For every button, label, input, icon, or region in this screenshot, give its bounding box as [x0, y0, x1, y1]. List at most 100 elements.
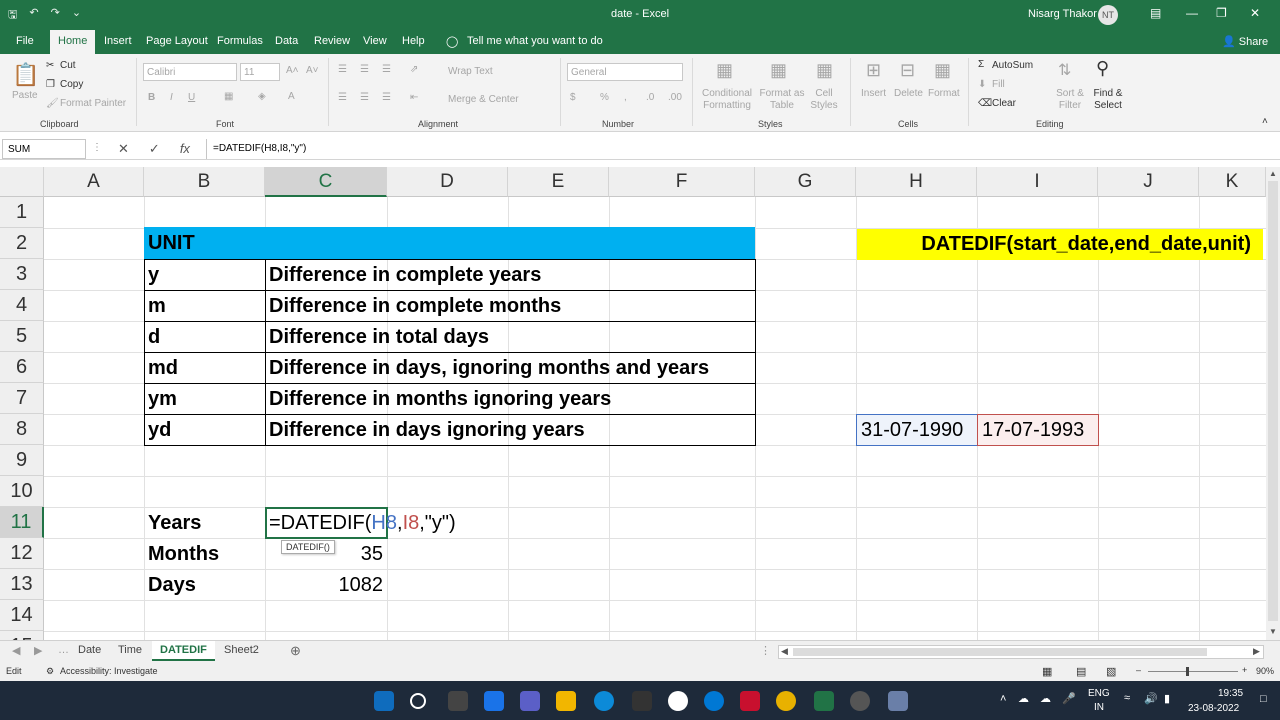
unit-code[interactable]: y — [144, 260, 159, 290]
excel-icon[interactable] — [814, 691, 834, 711]
currency-icon[interactable]: $ — [570, 92, 576, 103]
tray-icon[interactable]: ☁ — [1018, 692, 1029, 705]
column-header-b[interactable]: B — [144, 167, 265, 197]
obs-icon[interactable] — [668, 691, 688, 711]
row-header-4[interactable]: 4 — [0, 290, 44, 321]
camera-icon[interactable] — [850, 691, 870, 711]
accessibility-icon[interactable]: ⚙ — [46, 666, 54, 677]
clock-time[interactable]: 19:35 — [1218, 688, 1243, 699]
format-painter-button[interactable]: Format Painter — [60, 98, 126, 109]
column-header-i[interactable]: I — [977, 167, 1098, 197]
days-label[interactable]: Days — [144, 570, 196, 600]
tray-expand-icon[interactable]: ˄ — [1000, 693, 1006, 705]
scroll-right-icon[interactable]: ▶ — [1253, 646, 1260, 657]
row-header-7[interactable]: 7 — [0, 383, 44, 414]
page-layout-view-icon[interactable]: ▤ — [1076, 665, 1086, 678]
sort-filter-icon[interactable]: ⇅ — [1058, 60, 1071, 80]
user-name[interactable]: Nisarg Thakor — [1028, 8, 1097, 20]
widgets-icon[interactable] — [484, 691, 504, 711]
column-header-d[interactable]: D — [387, 167, 508, 197]
insert-cells-icon[interactable]: ⊞ — [866, 60, 881, 81]
clear-icon[interactable]: ⌫ — [978, 98, 992, 109]
unit-description[interactable]: Difference in total days — [265, 322, 489, 352]
unit-code[interactable]: ym — [144, 384, 177, 414]
microphone-icon[interactable]: 🎤 — [1062, 692, 1076, 705]
battery-icon[interactable]: ▮ — [1164, 692, 1170, 705]
zoom-slider-thumb[interactable] — [1186, 667, 1189, 676]
zoom-in-icon[interactable]: + — [1242, 665, 1247, 675]
days-value[interactable]: 1082 — [265, 570, 387, 600]
editing-formula[interactable]: =DATEDIF(H8,I8,"y") — [265, 508, 456, 538]
format-painter-icon[interactable]: 🖌 — [46, 98, 59, 109]
formula-input[interactable]: =DATEDIF(H8,I8,"y") — [206, 139, 1276, 159]
row-header-2[interactable]: 2 — [0, 228, 44, 259]
unit-description[interactable]: Difference in months ignoring years — [265, 384, 611, 414]
scroll-up-icon[interactable]: ▲ — [1269, 169, 1277, 178]
tab-home[interactable]: Home — [50, 30, 96, 54]
shrink-font-icon[interactable]: A˅ — [306, 65, 319, 76]
row-header-11[interactable]: 11 — [0, 507, 44, 538]
align-center-icon[interactable]: ☰ — [360, 92, 369, 103]
settings-icon[interactable] — [888, 691, 908, 711]
end-date-cell[interactable]: 17-07-1993 — [977, 414, 1099, 446]
format-cells-button[interactable]: Format — [928, 88, 960, 99]
row-header-13[interactable]: 13 — [0, 569, 44, 600]
row-header-6[interactable]: 6 — [0, 352, 44, 383]
language-indicator-2[interactable]: IN — [1094, 702, 1104, 713]
autosum-button[interactable]: AutoSum — [992, 60, 1033, 71]
edge-icon[interactable] — [594, 691, 614, 711]
find-icon[interactable]: ⚲ — [1096, 58, 1109, 79]
format-as-table-button[interactable]: Format as Table — [758, 88, 806, 112]
delete-cells-button[interactable]: Delete — [894, 88, 923, 99]
format-as-table-icon[interactable]: ▦ — [770, 60, 787, 81]
add-sheet-icon[interactable]: ⊕ — [290, 643, 301, 659]
unit-code[interactable]: d — [144, 322, 160, 352]
months-value[interactable]: 35 — [265, 539, 387, 569]
italic-icon[interactable]: I — [170, 92, 173, 103]
prev-sheet-icon[interactable]: ◀ — [12, 644, 20, 657]
clock-date[interactable]: 23-08-2022 — [1188, 703, 1239, 714]
cell-styles-icon[interactable]: ▦ — [816, 60, 833, 81]
row-header-1[interactable]: 1 — [0, 197, 44, 228]
column-header-g[interactable]: G — [755, 167, 856, 197]
comma-icon[interactable]: , — [624, 92, 627, 103]
sheet-tab-datedif[interactable]: DATEDIF — [152, 641, 215, 661]
cut-button[interactable]: Cut — [60, 60, 76, 71]
font-name-select[interactable]: Calibri — [143, 63, 237, 81]
syntax-cell[interactable]: DATEDIF(start_date,end_date,unit) — [857, 229, 1263, 260]
sheet-tab-date[interactable]: Date — [70, 644, 109, 656]
minimize-button[interactable]: — — [1186, 6, 1198, 20]
wifi-icon[interactable]: ≈ — [1124, 692, 1130, 704]
conditional-formatting-icon[interactable]: ▦ — [716, 60, 733, 81]
borders-icon[interactable]: ▦ — [224, 91, 233, 102]
tab-insert[interactable]: Insert — [104, 35, 132, 47]
sheet-tab-sheet2[interactable]: Sheet2 — [216, 644, 267, 656]
percent-icon[interactable]: % — [600, 92, 609, 103]
chrome-icon[interactable] — [776, 691, 796, 711]
avatar[interactable]: NT — [1098, 5, 1118, 25]
years-label[interactable]: Years — [144, 508, 201, 538]
zoom-out-icon[interactable]: – — [1136, 665, 1141, 675]
align-left-icon[interactable]: ☰ — [338, 92, 347, 103]
number-format-select[interactable]: General — [567, 63, 683, 81]
orientation-icon[interactable]: ⇗ — [410, 64, 418, 75]
underline-icon[interactable]: U — [188, 92, 195, 103]
vertical-scrollbar[interactable]: ▲ ▼ — [1266, 167, 1280, 640]
volume-icon[interactable]: 🔊 — [1144, 692, 1158, 705]
row-header-15[interactable]: 15 — [0, 631, 44, 640]
delete-cells-icon[interactable]: ⊟ — [900, 60, 915, 81]
scroll-left-icon[interactable]: ◀ — [781, 646, 788, 657]
row-header-8[interactable]: 8 — [0, 414, 44, 445]
scroll-down-icon[interactable]: ▼ — [1269, 627, 1277, 636]
paste-button[interactable]: Paste — [12, 90, 38, 101]
column-header-h[interactable]: H — [856, 167, 977, 197]
page-break-view-icon[interactable]: ▧ — [1106, 665, 1116, 678]
decrease-decimal-icon[interactable]: .00 — [668, 92, 682, 103]
months-label[interactable]: Months — [144, 539, 219, 569]
start-icon[interactable] — [374, 691, 394, 711]
store-icon[interactable] — [632, 691, 652, 711]
unit-description[interactable]: Difference in complete years — [265, 260, 541, 290]
language-indicator-1[interactable]: ENG — [1088, 688, 1110, 699]
start-date-cell[interactable]: 31-07-1990 — [856, 414, 978, 446]
collapse-ribbon-icon[interactable]: ˄ — [1262, 116, 1268, 127]
